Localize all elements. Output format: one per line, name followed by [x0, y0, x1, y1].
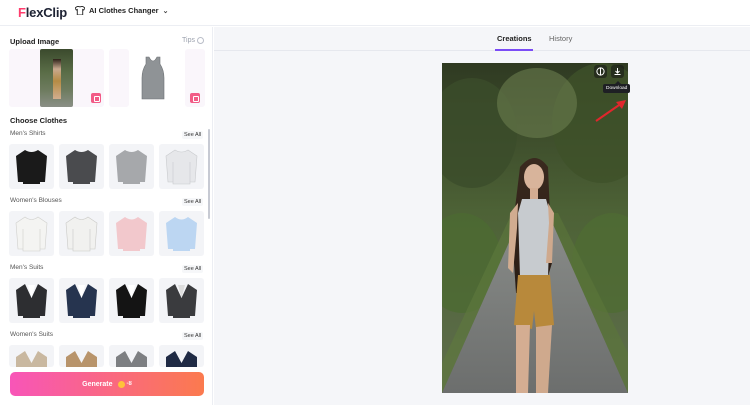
change-clothes-icon[interactable] — [190, 93, 200, 103]
see-all-womens-suits[interactable]: See All — [182, 332, 204, 340]
shirt-icon — [16, 150, 47, 184]
top-bar: FlexClip AI Clothes Changer ⌄ — [0, 0, 750, 26]
download-tooltip: Download — [603, 81, 631, 93]
clothing-item[interactable] — [59, 211, 104, 256]
suit-icon — [66, 351, 97, 367]
category-womens-blouses-label: Women's Blouses — [10, 197, 62, 204]
tips-link[interactable]: Tips — [182, 37, 204, 44]
clothing-item[interactable] — [109, 211, 154, 256]
category-womens-suits-label: Women's Suits — [10, 331, 54, 338]
blouse-icon — [15, 216, 48, 252]
uploaded-person-photo — [40, 49, 73, 107]
credit-coin-icon — [117, 380, 125, 388]
clothing-item[interactable] — [9, 278, 54, 323]
clothing-item[interactable] — [9, 345, 54, 367]
clothing-item[interactable] — [159, 211, 204, 256]
upload-area[interactable] — [9, 49, 205, 107]
shirt-icon — [165, 149, 198, 185]
clothing-item[interactable] — [109, 345, 154, 367]
clothing-item[interactable] — [59, 345, 104, 367]
upload-divider-card — [109, 49, 129, 107]
chevron-down-icon: ⌄ — [162, 7, 169, 15]
uploaded-tank-top — [141, 56, 165, 100]
see-all-womens-blouses[interactable]: See All — [182, 198, 204, 206]
see-all-mens-shirts[interactable]: See All — [182, 131, 204, 139]
clothing-item[interactable] — [109, 278, 154, 323]
clothing-item[interactable] — [9, 211, 54, 256]
suit-icon — [166, 351, 197, 367]
person-upload-card[interactable] — [9, 49, 104, 107]
choose-clothes-title: Choose Clothes — [10, 116, 68, 125]
clothing-item[interactable] — [59, 144, 104, 189]
compare-button[interactable] — [594, 65, 607, 78]
flexclip-logo[interactable]: FlexClip — [18, 5, 67, 20]
tabs-bar: Creations History — [214, 27, 750, 51]
tshirt-icon — [75, 6, 85, 15]
suit-icon — [66, 284, 97, 318]
tab-creations[interactable]: Creations — [497, 34, 532, 43]
clothing-item[interactable] — [109, 144, 154, 189]
red-arrow-annotation — [595, 100, 626, 122]
shirt-icon — [116, 150, 147, 184]
suit-icon — [166, 284, 197, 318]
download-icon — [614, 68, 621, 75]
info-icon — [196, 37, 204, 44]
active-tab-indicator — [495, 49, 533, 51]
upload-image-title: Upload Image — [10, 37, 60, 46]
generate-button[interactable]: Generate -8 — [10, 372, 204, 396]
see-all-mens-suits[interactable]: See All — [182, 265, 204, 273]
blouse-icon — [166, 217, 197, 251]
blouse-icon — [116, 217, 147, 251]
suit-icon — [16, 351, 47, 367]
suit-icon — [16, 284, 47, 318]
clothing-item[interactable] — [159, 144, 204, 189]
compare-icon — [596, 67, 605, 76]
change-photo-icon[interactable] — [91, 93, 101, 103]
category-mens-suits-label: Men's Suits — [10, 264, 44, 271]
left-panel-scrollbar[interactable] — [208, 129, 210, 219]
tool-switcher[interactable]: AI Clothes Changer ⌄ — [75, 6, 168, 15]
clothing-item[interactable] — [9, 144, 54, 189]
tab-history[interactable]: History — [549, 34, 572, 43]
category-mens-shirts-label: Men's Shirts — [10, 130, 46, 137]
download-button[interactable] — [611, 65, 624, 78]
clothing-item[interactable] — [159, 278, 204, 323]
clothing-item[interactable] — [159, 345, 204, 367]
suit-icon — [116, 284, 147, 318]
suit-icon — [116, 351, 147, 367]
clothing-item[interactable] — [59, 278, 104, 323]
clothes-upload-card[interactable] — [185, 49, 205, 107]
blouse-icon — [65, 216, 98, 252]
credit-cost: -8 — [126, 381, 132, 387]
shirt-icon — [66, 150, 97, 184]
tool-name: AI Clothes Changer — [89, 6, 159, 15]
main-area: Creations History Download — [214, 27, 750, 405]
